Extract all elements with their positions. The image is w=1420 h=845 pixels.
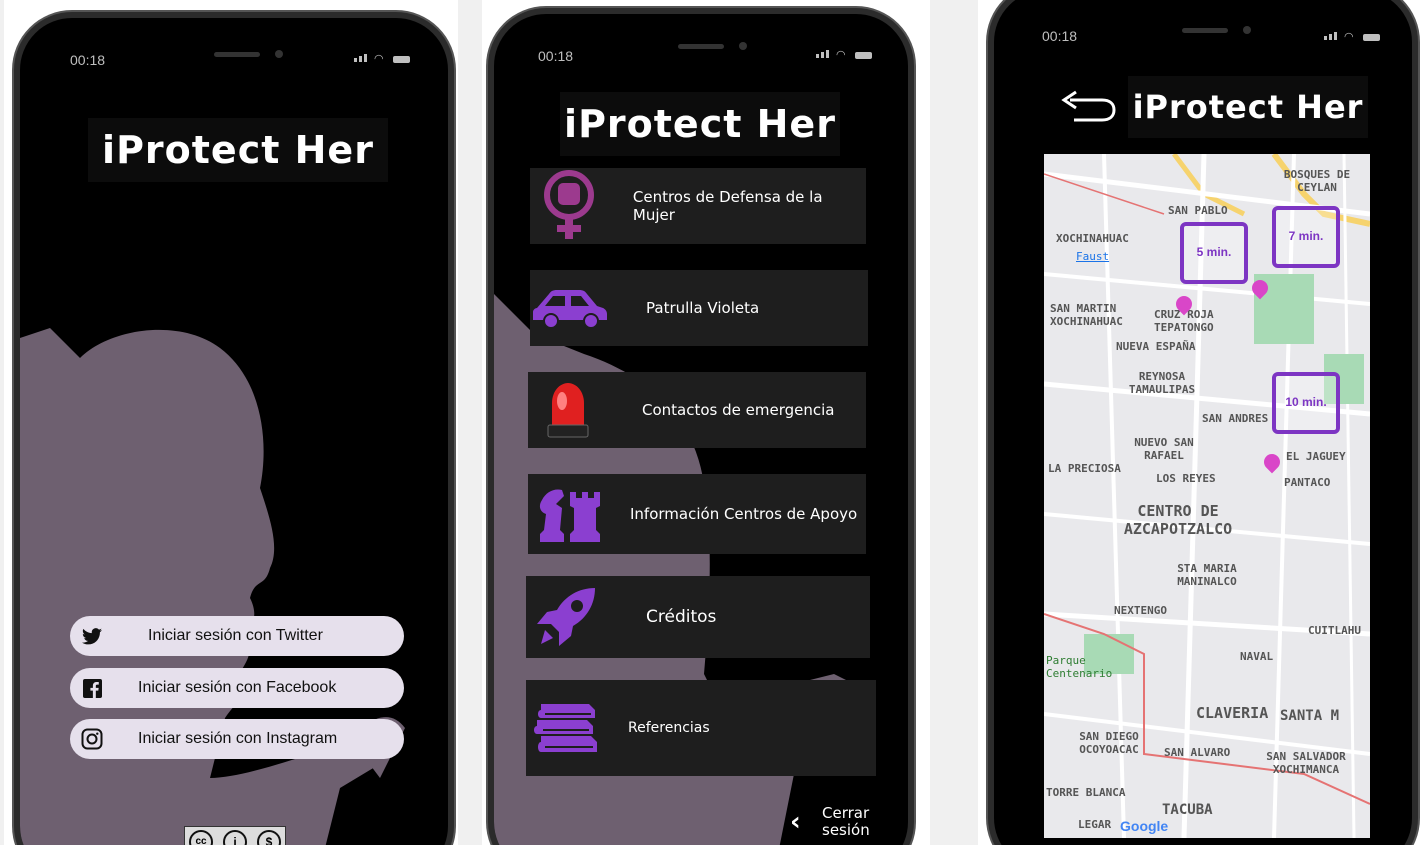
status-time: 00:18 — [538, 48, 574, 64]
menu-item-label: Centros de Defensa de la Mujer — [632, 188, 823, 224]
instagram-login-label: Iniciar sesión con Instagram — [138, 730, 338, 747]
camera — [1243, 26, 1251, 34]
instagram-icon — [70, 728, 114, 750]
time-bubble[interactable]: 7 min. — [1272, 206, 1340, 268]
menu-item-emergency-contacts[interactable]: Contactos de emergencia — [528, 372, 866, 448]
phone-frame-login: 00:18 ◠ iProtect Her Iniciar sesión con … — [14, 12, 454, 845]
instagram-login-button[interactable]: Iniciar sesión con Instagram — [70, 719, 404, 759]
menu-item-credits[interactable]: Créditos — [526, 576, 870, 658]
time-bubble[interactable]: 5 min. — [1180, 222, 1248, 284]
map-label: PANTACO — [1284, 476, 1331, 489]
map-label: CENTRO DE AZCAPOTZALCO — [1123, 502, 1233, 538]
map-label: SAN ANDRES — [1202, 412, 1269, 425]
menu-item-label: Créditos — [646, 607, 717, 627]
back-arrow-icon[interactable] — [1056, 90, 1116, 130]
map-label: SANTA M — [1280, 708, 1340, 724]
menu-item-label: Información Centros de Apoyo — [630, 505, 858, 523]
map-label: TACUBA — [1162, 802, 1213, 818]
map-view[interactable]: BOSQUES DE CEYLAN SAN PABLO XOCHINAHUAC … — [1044, 154, 1370, 838]
map-label: CUITLAHU — [1308, 624, 1361, 637]
logout-button[interactable]: ‹ Cerrar sesión — [790, 800, 880, 844]
map-label: LEGAR — [1078, 818, 1112, 831]
map-label: XOCHINAHUAC — [1056, 232, 1129, 245]
menu-item-violet-patrol[interactable]: Patrulla Violeta — [530, 270, 868, 346]
chevron-left-icon: ‹ — [790, 807, 801, 837]
facebook-login-label: Iniciar sesión con Facebook — [138, 679, 337, 696]
screen-login-panel: 00:18 ◠ iProtect Her Iniciar sesión con … — [4, 0, 458, 845]
map-label: CRUZ ROJA TEPATONGO — [1154, 308, 1214, 334]
map-label: LOS REYES — [1156, 472, 1216, 485]
app-title: iProtect Her — [560, 92, 840, 156]
map-label: NUEVA ESPAÑA — [1116, 340, 1196, 353]
woman-silhouette — [20, 328, 405, 845]
camera — [739, 42, 747, 50]
map-label: NAVAL — [1240, 650, 1274, 663]
map-label: CLAVERIA — [1196, 704, 1269, 722]
map-label: SAN PABLO — [1168, 204, 1228, 217]
cc-by-nc-icon: cc i $ — [184, 826, 286, 845]
map-label: SAN MARTIN XOCHINAHUAC — [1050, 302, 1123, 328]
menu-item-label: Contactos de emergencia — [642, 401, 835, 419]
facebook-icon — [70, 678, 114, 698]
map-label: Parque Centenario — [1046, 654, 1113, 680]
signal-icon — [1324, 32, 1337, 40]
battery-icon — [855, 52, 872, 59]
twitter-login-button[interactable]: Iniciar sesión con Twitter — [70, 616, 404, 656]
books-icon — [526, 680, 606, 776]
signal-icon — [816, 50, 829, 58]
wifi-icon: ◠ — [1344, 31, 1354, 43]
chess-pieces-icon — [528, 474, 608, 554]
logout-label: Cerrar sesión — [822, 804, 870, 839]
feminist-fist-icon — [530, 168, 609, 244]
map-label[interactable]: Faust — [1076, 250, 1109, 263]
app-title: iProtect Her — [1128, 76, 1368, 138]
google-logo: Google — [1120, 818, 1169, 834]
speaker-grille — [1182, 28, 1228, 33]
camera — [275, 50, 283, 58]
screen-map-panel: 00:18 ◠ iProtect Her BOSQUES DE CEYLAN S… — [978, 0, 1420, 845]
time-bubble[interactable]: 10 min. — [1272, 372, 1340, 434]
menu-item-defense-centers[interactable]: Centros de Defensa de la Mujer — [530, 168, 866, 244]
map-label: STA MARIA MANINALCO — [1177, 562, 1237, 588]
car-icon — [530, 270, 610, 346]
twitter-icon — [70, 627, 114, 645]
phone-frame-map: 00:18 ◠ iProtect Her BOSQUES DE CEYLAN S… — [988, 0, 1418, 845]
map-label: BOSQUES DE CEYLAN — [1283, 168, 1351, 194]
app-title: iProtect Her — [88, 118, 388, 182]
menu-item-support-centers-info[interactable]: Información Centros de Apoyo — [528, 474, 866, 554]
status-time: 00:18 — [70, 52, 106, 68]
status-time: 00:18 — [1042, 28, 1078, 44]
signal-icon — [354, 54, 367, 62]
rocket-icon — [526, 576, 606, 658]
menu-item-label: Referencias — [628, 720, 710, 736]
battery-icon — [393, 56, 410, 63]
map-label: SAN ALVARO — [1164, 746, 1231, 759]
map-label: NUEVO SAN RAFAEL — [1134, 436, 1194, 462]
wifi-icon: ◠ — [374, 53, 384, 65]
map-label: NEXTENGO — [1114, 604, 1167, 617]
siren-icon — [528, 372, 608, 448]
wifi-icon: ◠ — [836, 49, 846, 61]
facebook-login-button[interactable]: Iniciar sesión con Facebook — [70, 668, 404, 708]
twitter-login-label: Iniciar sesión con Twitter — [148, 627, 323, 644]
map-label: SAN DIEGO OCOYOACAC — [1079, 730, 1139, 756]
map-label: TORRE BLANCA — [1046, 786, 1126, 799]
battery-icon — [1363, 34, 1380, 41]
map-label: SAN SALVADOR XOCHIMANCA — [1266, 750, 1346, 776]
phone-frame-menu: 00:18 ◠ iProtect Her Centros de Defensa … — [488, 8, 914, 845]
speaker-grille — [678, 44, 724, 49]
menu-item-label: Patrulla Violeta — [646, 299, 760, 317]
screen-menu-panel: 00:18 ◠ iProtect Her Centros de Defensa … — [482, 0, 930, 845]
map-label: EL JAGUEY — [1286, 450, 1346, 463]
map-label: LA PRECIOSA — [1048, 462, 1121, 475]
map-label: REYNOSA TAMAULIPAS — [1128, 370, 1196, 396]
menu-item-references[interactable]: Referencias — [526, 680, 876, 776]
speaker-grille — [214, 52, 260, 57]
